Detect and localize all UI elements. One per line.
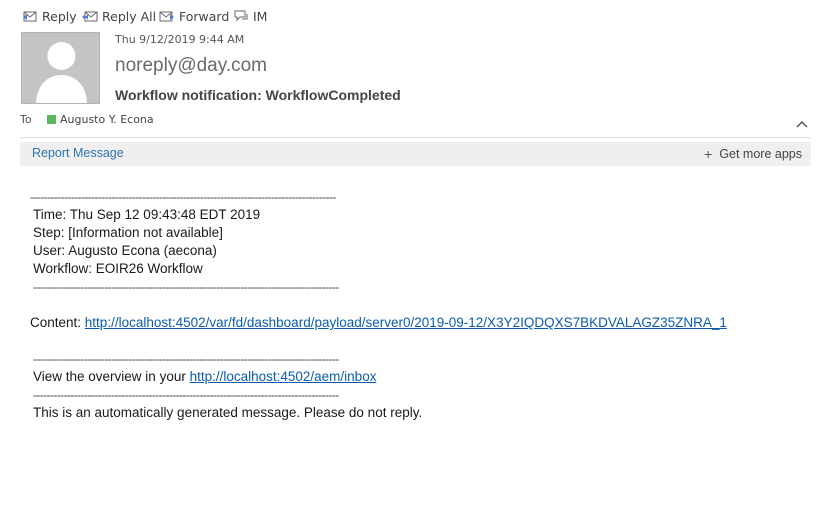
avatar [21,32,100,104]
message-subject: Workflow notification: WorkflowCompleted [115,87,401,103]
reply-button[interactable]: Reply [22,6,77,26]
separator-line: ----------------------------------------… [30,190,336,204]
im-button[interactable]: IM [233,6,267,26]
chat-icon [234,10,248,22]
content-label: Content: [30,315,85,330]
inbox-link[interactable]: http://localhost:4502/aem/inbox [190,369,377,384]
message-body: ----------------------------------------… [30,188,727,422]
step-line: Step: [Information not available] [33,225,223,240]
workflow-line: Workflow: EOIR26 Workflow [33,261,203,276]
plus-icon: + [704,146,713,162]
reply-all-button[interactable]: Reply All [82,6,156,26]
reply-icon [23,11,37,22]
separator-line: ----------------------------------------… [33,388,339,402]
report-message-button[interactable]: Report Message [32,146,124,160]
get-apps-label: Get more apps [719,147,802,161]
forward-button[interactable]: Forward [159,6,229,26]
reply-all-label: Reply All [102,8,157,24]
user-line: User: Augusto Econa (aecona) [33,243,217,258]
time-line: Time: Thu Sep 12 09:43:48 EDT 2019 [33,207,261,222]
separator-line: ----------------------------------------… [33,352,339,366]
overview-line: View the overview in your http://localho… [30,368,727,386]
content-line: Content: http://localhost:4502/var/fd/da… [30,314,727,332]
get-more-apps-button[interactable]: + Get more apps [704,146,802,162]
forward-icon [159,11,174,22]
collapse-header-button[interactable] [795,117,809,131]
person-icon [36,42,87,103]
content-link[interactable]: http://localhost:4502/var/fd/dashboard/p… [85,315,727,330]
recipient-name: Augusto Y. Econa [60,113,154,126]
presence-status-icon [47,115,56,124]
reply-all-icon [82,11,98,22]
forward-label: Forward [179,8,230,24]
sender-address[interactable]: noreply@day.com [115,55,267,77]
apps-bar [20,142,811,166]
header-divider [20,137,811,138]
message-date: Thu 9/12/2019 9:44 AM [115,33,245,46]
reply-label: Reply [42,8,77,24]
to-label: To [20,113,32,126]
overview-label: View the overview in your [33,369,190,384]
footer-line: This is an automatically generated messa… [33,405,423,420]
recipient[interactable]: Augusto Y. Econa [47,113,154,126]
im-label: IM [253,8,268,24]
separator-line: ----------------------------------------… [33,280,339,294]
